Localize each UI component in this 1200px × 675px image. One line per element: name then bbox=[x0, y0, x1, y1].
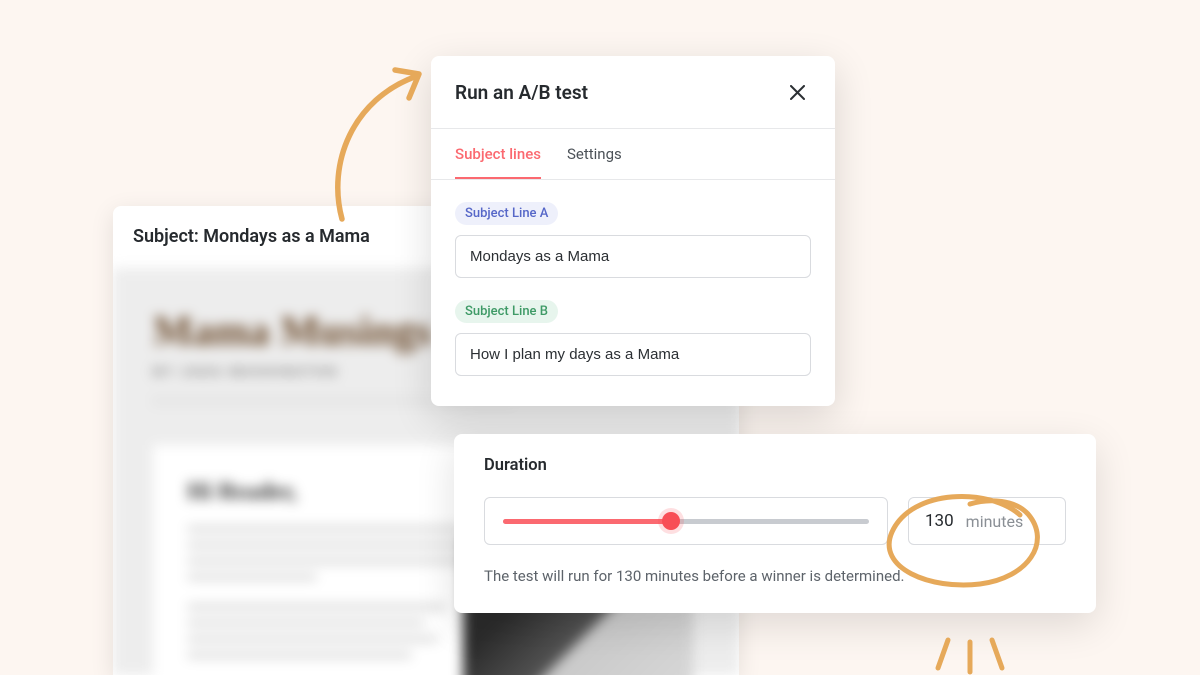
slider-track bbox=[503, 519, 869, 524]
annotation-arrow-icon bbox=[317, 54, 447, 224]
duration-value: 130 bbox=[925, 511, 954, 531]
tab-settings[interactable]: Settings bbox=[567, 129, 622, 179]
close-button[interactable] bbox=[783, 78, 811, 106]
text-placeholder bbox=[187, 574, 317, 580]
ab-test-modal: Run an A/B test Subject lines Settings S… bbox=[431, 56, 835, 406]
annotation-rays-icon bbox=[930, 636, 1010, 675]
duration-number-box[interactable]: 130 minutes bbox=[908, 497, 1066, 545]
text-placeholder bbox=[187, 604, 446, 610]
close-icon bbox=[790, 85, 805, 100]
email-subject-line: Subject: Mondays as a Mama bbox=[133, 226, 370, 247]
text-placeholder bbox=[187, 620, 425, 626]
duration-help-text: The test will run for 130 minutes before… bbox=[484, 567, 1066, 585]
input-subject-b[interactable] bbox=[455, 333, 811, 376]
email-subject-label: Subject: bbox=[133, 226, 203, 247]
field-subject-b: Subject Line B bbox=[455, 300, 811, 376]
slider-fill bbox=[503, 519, 671, 524]
tab-subject-lines[interactable]: Subject lines bbox=[455, 129, 541, 179]
field-subject-a: Subject Line A bbox=[455, 202, 811, 278]
duration-controls: 130 minutes bbox=[484, 497, 1066, 545]
badge-subject-a: Subject Line A bbox=[455, 202, 558, 225]
duration-panel: Duration 130 minutes The test will run f… bbox=[454, 434, 1096, 613]
slider-thumb[interactable] bbox=[662, 512, 680, 530]
duration-slider[interactable] bbox=[484, 497, 888, 545]
modal-body: Subject Line A Subject Line B bbox=[431, 180, 835, 406]
badge-subject-b: Subject Line B bbox=[455, 300, 558, 323]
email-subject-value: Mondays as a Mama bbox=[203, 226, 370, 247]
text-placeholder bbox=[187, 636, 438, 642]
modal-tabs: Subject lines Settings bbox=[431, 129, 835, 180]
duration-title: Duration bbox=[484, 456, 1066, 475]
modal-header: Run an A/B test bbox=[431, 56, 835, 129]
input-subject-a[interactable] bbox=[455, 235, 811, 278]
text-placeholder bbox=[187, 652, 412, 658]
modal-title: Run an A/B test bbox=[455, 81, 588, 104]
duration-unit: minutes bbox=[966, 512, 1024, 531]
